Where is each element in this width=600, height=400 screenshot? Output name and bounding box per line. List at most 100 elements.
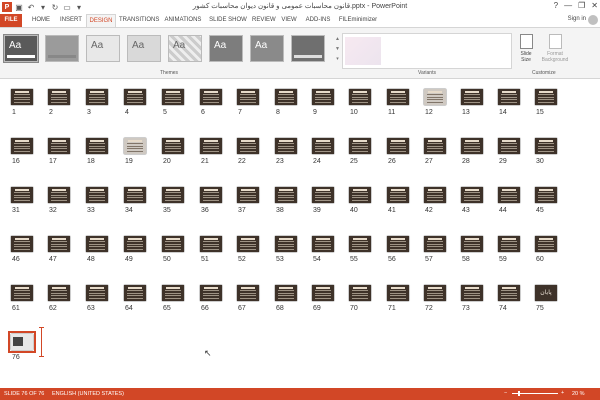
sign-in-link[interactable]: Sign in bbox=[568, 16, 586, 22]
slide-thumbnail[interactable] bbox=[349, 236, 371, 252]
slide-thumbnail[interactable] bbox=[86, 285, 108, 301]
slide-thumbnail[interactable] bbox=[86, 187, 108, 203]
slide-thumbnail[interactable] bbox=[424, 285, 446, 301]
slide-size-button[interactable]: Slide Size bbox=[516, 34, 536, 63]
slide-thumbnail[interactable] bbox=[498, 285, 520, 301]
minimize-icon[interactable]: — bbox=[564, 1, 572, 10]
theme-6[interactable]: Aa bbox=[209, 35, 243, 62]
slide-thumbnail[interactable] bbox=[349, 138, 371, 154]
theme-8[interactable] bbox=[291, 35, 325, 62]
zoom-slider-thumb[interactable] bbox=[518, 391, 520, 396]
themes-gallery-scroll[interactable]: ▲ ▼ ▾ bbox=[334, 34, 341, 66]
theme-7[interactable]: Aa bbox=[250, 35, 284, 62]
slide-thumbnail[interactable] bbox=[48, 285, 70, 301]
tab-slide-show[interactable]: SLIDE SHOW bbox=[208, 14, 248, 27]
slide-thumbnail[interactable]: پایان bbox=[535, 285, 557, 301]
slide-thumbnail[interactable] bbox=[237, 285, 259, 301]
slide-thumbnail[interactable] bbox=[162, 138, 184, 154]
close-icon[interactable]: ✕ bbox=[591, 1, 598, 10]
slide-thumbnail[interactable] bbox=[312, 138, 334, 154]
slide-thumbnail[interactable] bbox=[461, 89, 483, 105]
slide-thumbnail[interactable] bbox=[424, 236, 446, 252]
slide-thumbnail[interactable] bbox=[535, 236, 557, 252]
slide-thumbnail[interactable] bbox=[387, 138, 409, 154]
tab-animations[interactable]: ANIMATIONS bbox=[163, 14, 203, 27]
slide-thumbnail[interactable] bbox=[349, 285, 371, 301]
slide-thumbnail[interactable] bbox=[124, 89, 146, 105]
slide-thumbnail[interactable] bbox=[498, 236, 520, 252]
slide-thumbnail[interactable] bbox=[275, 285, 297, 301]
slide-thumbnail[interactable] bbox=[237, 236, 259, 252]
slide-thumbnail[interactable] bbox=[124, 138, 146, 154]
slide-thumbnail[interactable] bbox=[48, 89, 70, 105]
slide-thumbnail[interactable] bbox=[312, 236, 334, 252]
tab-view[interactable]: VIEW bbox=[280, 14, 298, 27]
slide-thumbnail[interactable] bbox=[387, 236, 409, 252]
user-avatar-icon[interactable] bbox=[588, 15, 598, 25]
slide-thumbnail[interactable] bbox=[461, 285, 483, 301]
slide-thumbnail[interactable] bbox=[387, 285, 409, 301]
slide-thumbnail[interactable] bbox=[535, 187, 557, 203]
slide-thumbnail[interactable] bbox=[162, 236, 184, 252]
restore-icon[interactable]: ❐ bbox=[578, 1, 585, 10]
slide-thumbnail[interactable] bbox=[200, 187, 222, 203]
tab-home[interactable]: HOME bbox=[30, 14, 52, 27]
slide-thumbnail[interactable] bbox=[8, 331, 36, 353]
slide-thumbnail[interactable] bbox=[387, 187, 409, 203]
zoom-in-button[interactable]: + bbox=[561, 390, 564, 396]
slide-thumbnail[interactable] bbox=[424, 138, 446, 154]
language-indicator[interactable]: ENGLISH (UNITED STATES) bbox=[52, 391, 124, 397]
tab-add-ins[interactable]: ADD-INS bbox=[304, 14, 332, 27]
zoom-level[interactable]: 20 % bbox=[572, 391, 585, 397]
slide-thumbnail[interactable] bbox=[162, 285, 184, 301]
slide-thumbnail[interactable] bbox=[275, 89, 297, 105]
slide-thumbnail[interactable] bbox=[124, 236, 146, 252]
tab-review[interactable]: REVIEW bbox=[252, 14, 276, 27]
slide-thumbnail[interactable] bbox=[11, 89, 33, 105]
format-background-button[interactable]: Format Background bbox=[540, 34, 570, 63]
tab-transitions[interactable]: TRANSITIONS bbox=[119, 14, 159, 27]
slide-thumbnail[interactable] bbox=[124, 285, 146, 301]
slide-thumbnail[interactable] bbox=[86, 138, 108, 154]
slide-thumbnail[interactable] bbox=[200, 236, 222, 252]
slide-thumbnail[interactable] bbox=[387, 89, 409, 105]
more-icon[interactable]: ▾ bbox=[334, 54, 341, 64]
slide-thumbnail[interactable] bbox=[498, 138, 520, 154]
theme-5[interactable]: Aa bbox=[168, 35, 202, 62]
slide-thumbnail[interactable] bbox=[461, 138, 483, 154]
slide-thumbnail[interactable] bbox=[498, 187, 520, 203]
help-icon[interactable]: ? bbox=[554, 1, 558, 10]
tab-fileminimizer[interactable]: FILEminimizer bbox=[338, 14, 378, 27]
scroll-up-icon[interactable]: ▲ bbox=[334, 34, 341, 44]
slide-thumbnail[interactable] bbox=[498, 89, 520, 105]
slide-thumbnail[interactable] bbox=[11, 187, 33, 203]
tab-file[interactable]: FILE bbox=[0, 14, 22, 27]
slide-thumbnail[interactable] bbox=[48, 236, 70, 252]
slide-thumbnail[interactable] bbox=[312, 89, 334, 105]
slide-thumbnail[interactable] bbox=[124, 187, 146, 203]
slide-thumbnail[interactable] bbox=[275, 236, 297, 252]
slide-thumbnail[interactable] bbox=[349, 89, 371, 105]
slide-thumbnail[interactable] bbox=[86, 236, 108, 252]
slide-thumbnail[interactable] bbox=[424, 187, 446, 203]
theme-4[interactable]: Aa bbox=[127, 35, 161, 62]
slide-thumbnail[interactable] bbox=[86, 89, 108, 105]
slide-thumbnail[interactable] bbox=[48, 187, 70, 203]
slide-thumbnail[interactable] bbox=[237, 187, 259, 203]
zoom-out-button[interactable]: − bbox=[504, 390, 507, 396]
slide-thumbnail[interactable] bbox=[200, 89, 222, 105]
slide-thumbnail[interactable] bbox=[11, 138, 33, 154]
theme-office[interactable]: Aa bbox=[3, 34, 39, 63]
tab-design[interactable]: DESIGN bbox=[86, 14, 116, 27]
slide-thumbnail[interactable] bbox=[162, 187, 184, 203]
slide-thumbnail[interactable] bbox=[237, 138, 259, 154]
scroll-down-icon[interactable]: ▼ bbox=[334, 44, 341, 54]
slide-thumbnail[interactable] bbox=[535, 89, 557, 105]
slide-thumbnail[interactable] bbox=[312, 285, 334, 301]
slide-thumbnail[interactable] bbox=[275, 187, 297, 203]
slide-thumbnail[interactable] bbox=[237, 89, 259, 105]
slide-thumbnail[interactable] bbox=[200, 138, 222, 154]
slide-thumbnail[interactable] bbox=[48, 138, 70, 154]
slide-thumbnail[interactable] bbox=[349, 187, 371, 203]
theme-2[interactable] bbox=[45, 35, 79, 62]
